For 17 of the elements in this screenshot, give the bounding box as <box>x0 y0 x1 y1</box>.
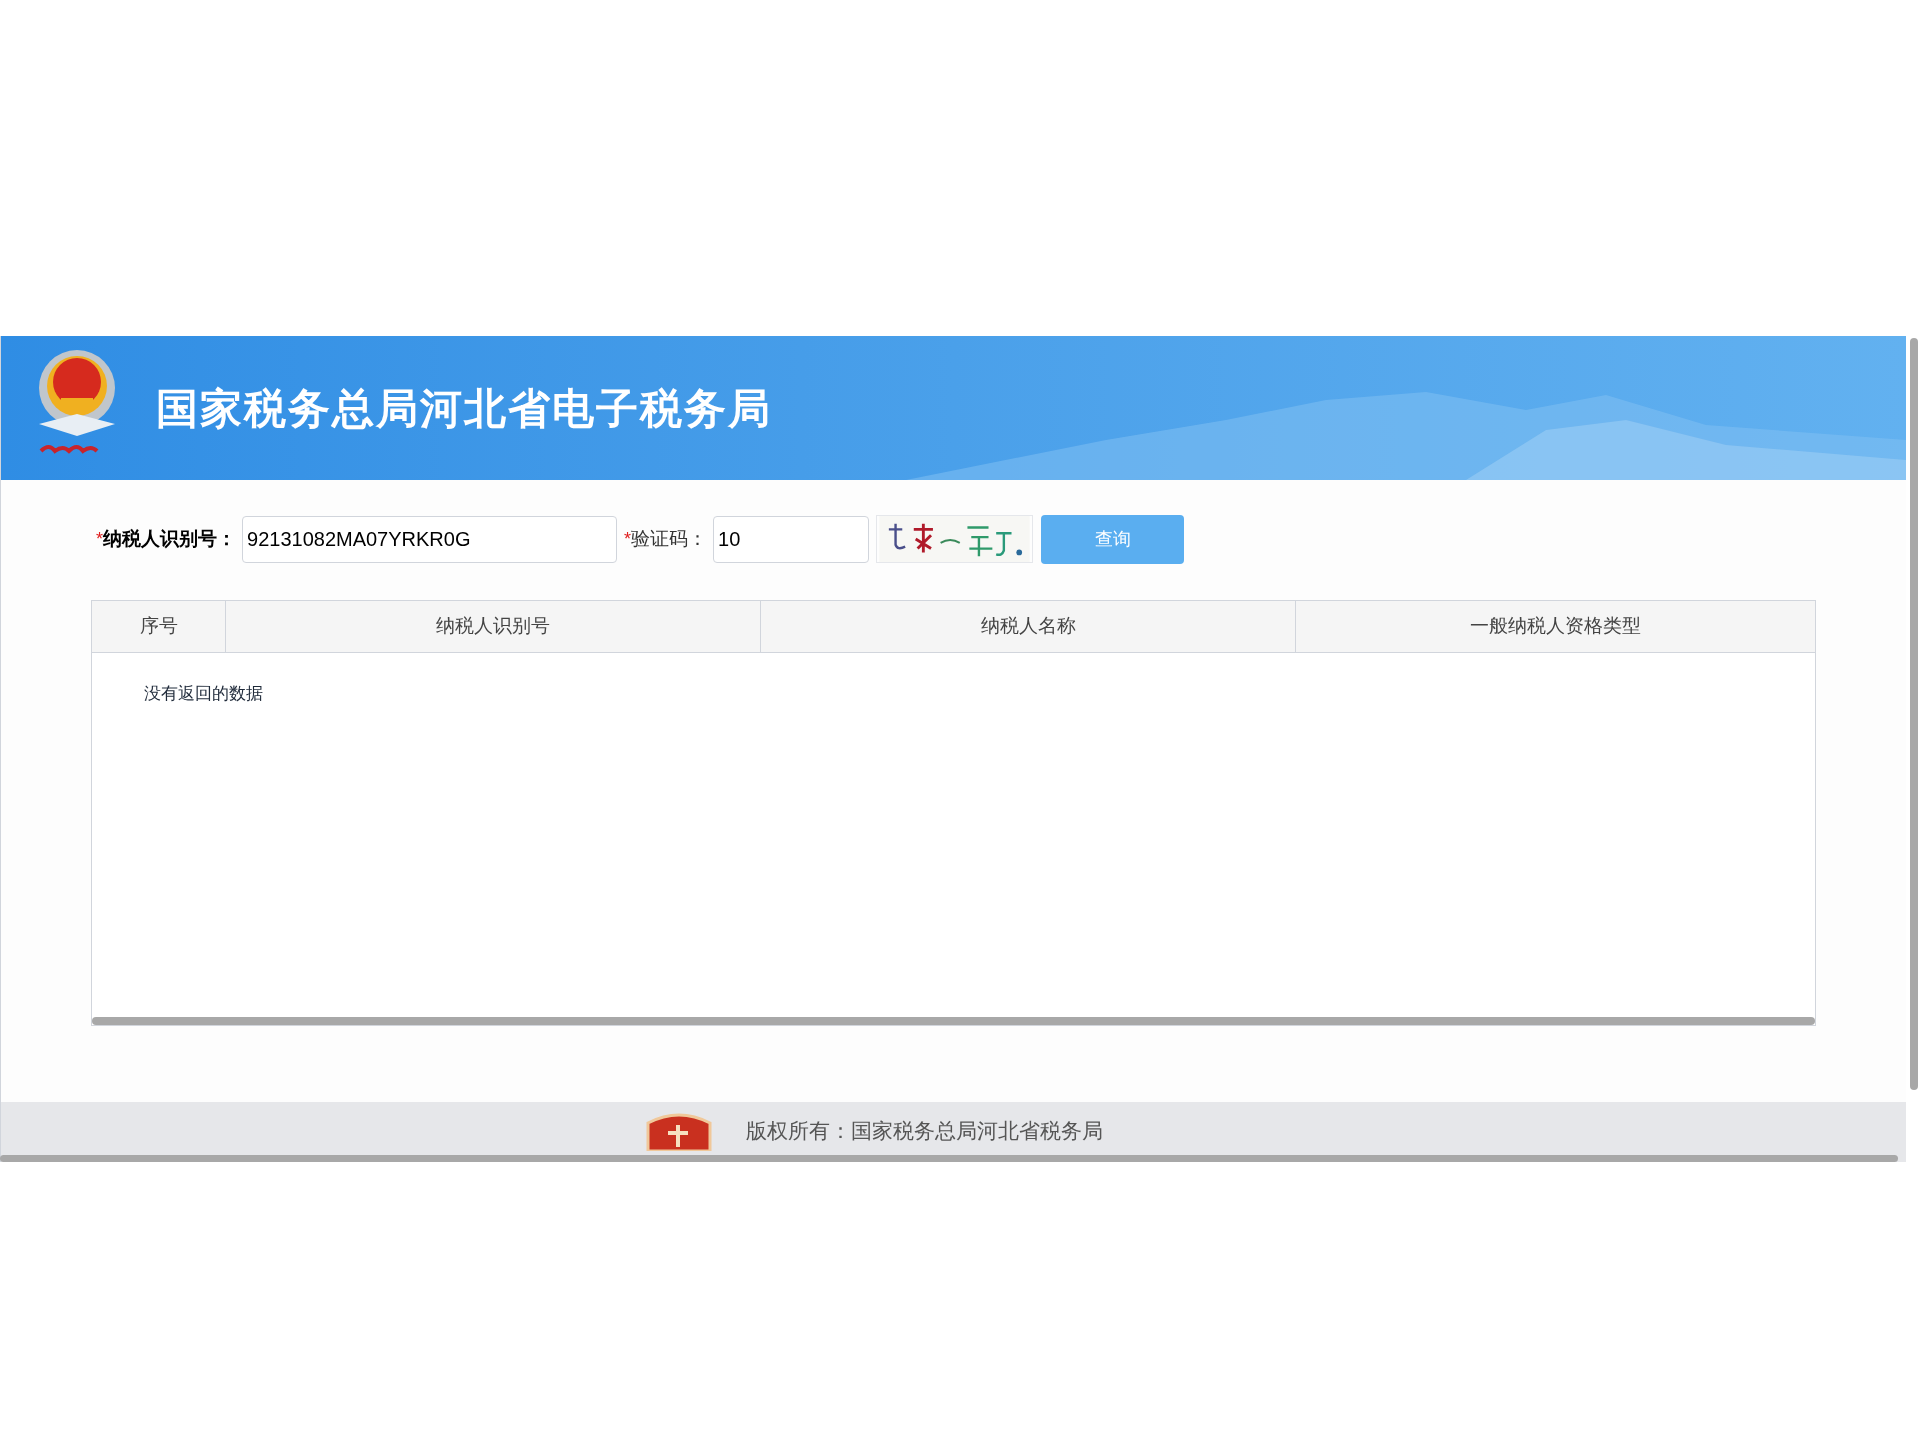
field-label: 验证码： <box>631 526 708 551</box>
scrollbar[interactable] <box>0 1155 1898 1162</box>
required-mark: * <box>624 527 632 551</box>
taxpayer-id-field[interactable]: 92131082MA07YRKR0G <box>242 515 617 563</box>
scrollbar[interactable] <box>92 1017 1815 1025</box>
column-header: 一般纳税人资格类型 <box>1295 601 1815 652</box>
seal-icon <box>646 1111 712 1151</box>
site-title: 国家税务总局河北省电子税务局 <box>156 383 772 434</box>
empty-message: 没有返回的数据 <box>144 683 264 705</box>
column-header: 纳税人识别号 <box>225 601 760 652</box>
copyright-text: 版权所有：国家税务总局河北省税务局 <box>746 1118 1103 1145</box>
required-mark: * <box>96 527 103 551</box>
column-header: 序号 <box>138 614 179 639</box>
scrollbar[interactable] <box>1910 338 1918 1090</box>
field-label: 纳税人识别号： <box>103 526 236 551</box>
captcha-field[interactable]: 10 <box>713 515 870 563</box>
column-header: 纳税人名称 <box>760 601 1295 652</box>
